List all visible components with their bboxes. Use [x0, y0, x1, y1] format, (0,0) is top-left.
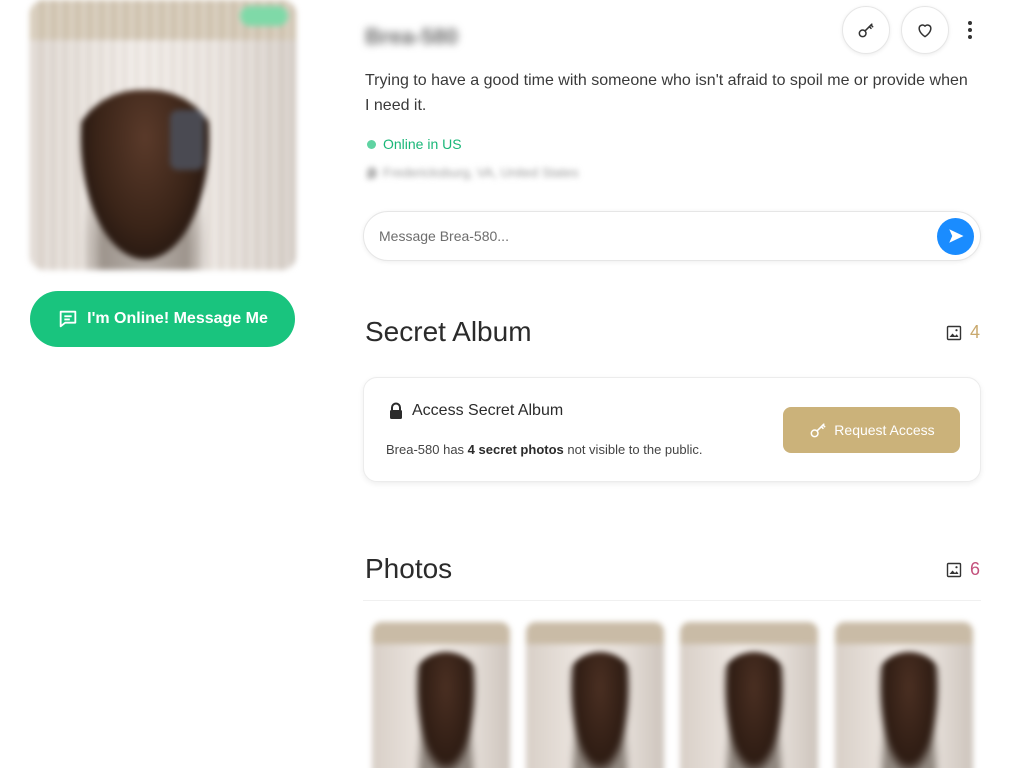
online-status-text: Online in US — [383, 136, 462, 152]
online-dot-icon — [367, 139, 376, 149]
secret-album-description: Brea-580 has 4 secret photos not visible… — [386, 442, 703, 457]
message-input[interactable] — [379, 228, 937, 244]
key-icon — [810, 423, 826, 438]
photos-count: 6 — [946, 559, 980, 580]
location-pin-icon — [367, 166, 377, 179]
photo-thumbnail[interactable] — [372, 622, 510, 768]
photo-phone — [170, 110, 204, 170]
thumb-person — [718, 652, 790, 768]
thumb-curtain-rail — [526, 622, 664, 644]
image-icon — [946, 325, 962, 340]
secret-album-title: Secret Album — [365, 316, 532, 347]
secret-album-card-title: Access Secret Album — [388, 402, 563, 420]
lock-icon — [390, 402, 402, 419]
thumb-person — [873, 652, 945, 768]
profile-location: Fredericksburg, VA, United States — [367, 165, 579, 180]
more-vertical-icon — [968, 21, 972, 25]
heart-icon — [918, 24, 932, 38]
online-status: Online in US — [367, 136, 462, 152]
online-message-label: I'm Online! Message Me — [87, 310, 268, 327]
request-access-button[interactable]: Request Access — [783, 407, 960, 453]
more-vertical-icon-dot — [968, 35, 972, 39]
more-options-button[interactable] — [958, 16, 982, 44]
secret-album-card-title-text: Access Secret Album — [412, 402, 564, 419]
photos-title: Photos — [365, 553, 453, 584]
send-button[interactable] — [937, 217, 974, 255]
more-vertical-icon-dot — [968, 28, 972, 32]
request-key-button[interactable] — [842, 6, 890, 54]
profile-photo[interactable] — [30, 0, 296, 270]
photo-thumbnail[interactable] — [526, 622, 664, 768]
online-message-button[interactable]: I'm Online! Message Me — [30, 291, 295, 347]
thumb-curtain-rail — [680, 622, 818, 644]
favorite-button[interactable] — [901, 6, 949, 54]
key-icon — [858, 23, 874, 38]
image-icon — [946, 562, 962, 577]
photos-divider — [363, 600, 981, 601]
photos-count-value: 6 — [970, 559, 981, 579]
secret-album-count-value: 4 — [970, 322, 981, 342]
photo-online-badge — [240, 6, 288, 26]
thumb-curtain-rail — [835, 622, 973, 644]
profile-bio: Trying to have a good time with someone … — [365, 72, 968, 114]
chat-bubble-icon — [59, 310, 77, 328]
secret-album-count: 4 — [946, 322, 980, 343]
photo-thumbnail[interactable] — [835, 622, 973, 768]
thumb-person — [410, 652, 482, 768]
send-icon — [948, 229, 963, 243]
secret-album-card: Access Secret Album Brea-580 has 4 secre… — [363, 377, 981, 482]
desc-prefix: Brea-580 has — [386, 442, 468, 457]
desc-suffix: not visible to the public. — [563, 442, 703, 457]
message-bar — [363, 211, 981, 261]
profile-username: Brea-580 — [365, 24, 458, 49]
thumb-curtain-rail — [372, 622, 510, 644]
photo-thumbnail[interactable] — [680, 622, 818, 768]
desc-bold: 4 secret photos — [467, 442, 564, 457]
thumb-person — [564, 652, 636, 768]
request-access-label: Request Access — [834, 422, 935, 438]
location-text: Fredericksburg, VA, United States — [383, 165, 579, 180]
